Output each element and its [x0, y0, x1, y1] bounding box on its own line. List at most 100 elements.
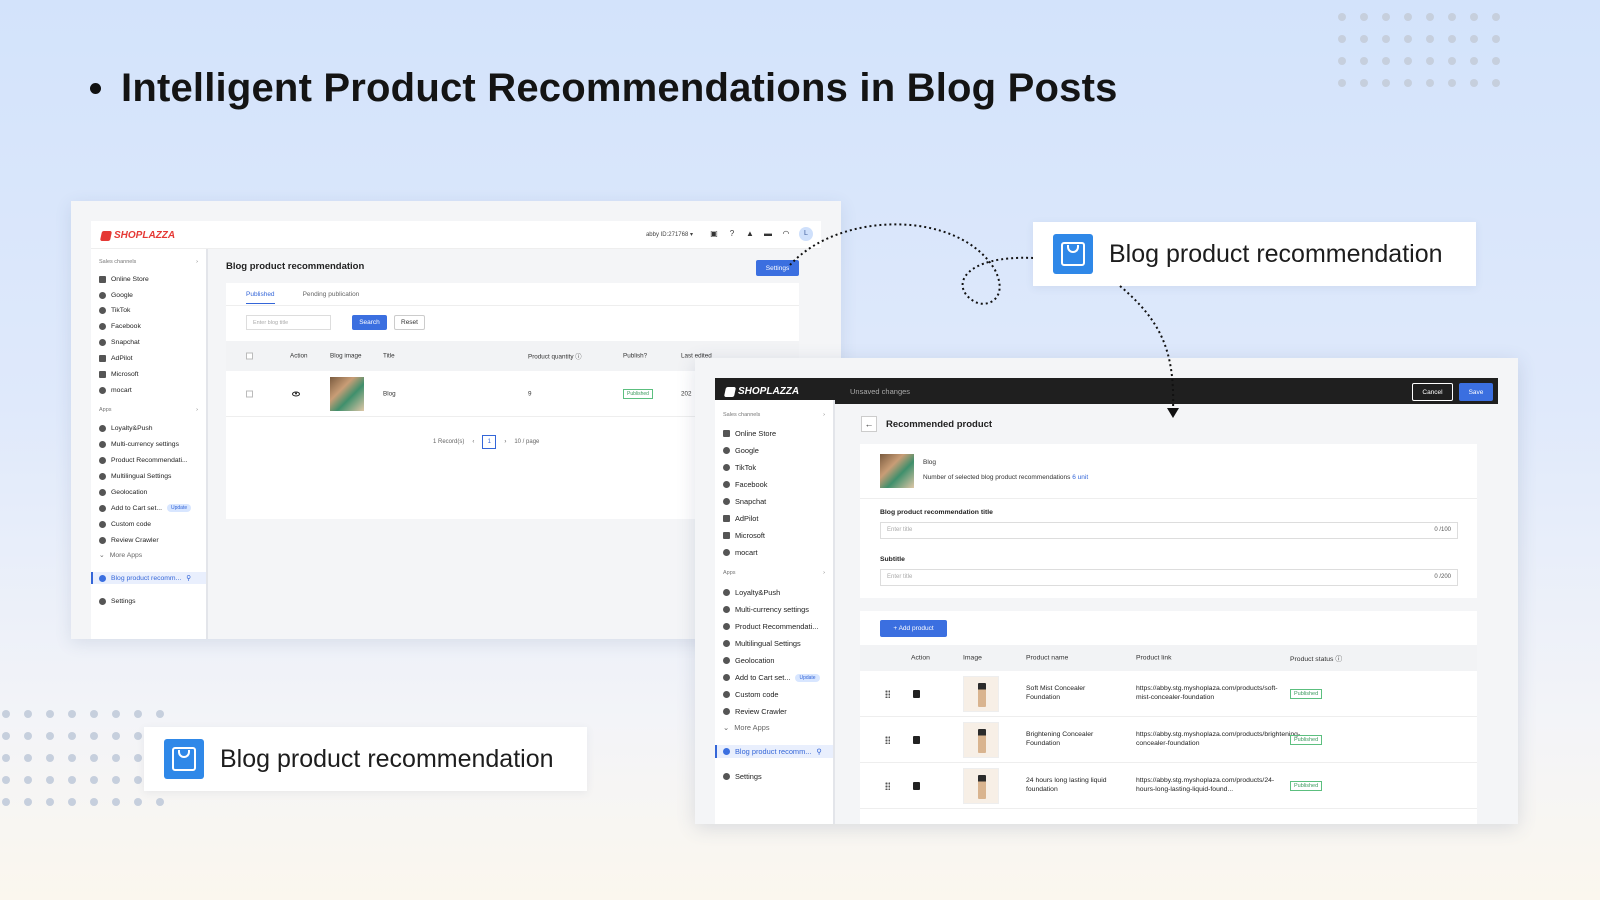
- tiktok-icon: [99, 306, 106, 314]
- apps-header[interactable]: Apps ›: [99, 407, 206, 419]
- tab-published[interactable]: Published: [246, 291, 275, 304]
- sidebar-item-review-crawler[interactable]: Review Crawler: [99, 534, 206, 546]
- page-number[interactable]: 1: [482, 435, 497, 449]
- callout-label: Blog product recommendation: [1109, 239, 1443, 268]
- sidebar-item-geolocation[interactable]: Geolocation: [723, 654, 833, 667]
- gear-icon: [723, 773, 730, 780]
- sidebar-item-adpilot[interactable]: AdPilot: [99, 352, 206, 364]
- row-checkbox[interactable]: [246, 390, 253, 397]
- store-icon: [723, 430, 730, 437]
- prev-page-icon[interactable]: ‹: [472, 439, 474, 445]
- sidebar-item-settings[interactable]: Settings: [99, 595, 206, 607]
- sidebar-item-multi-currency[interactable]: Multi-currency settings: [723, 603, 833, 616]
- sidebar-item-google[interactable]: Google: [99, 289, 206, 301]
- page-size-select[interactable]: 10 / page: [514, 439, 539, 445]
- cancel-button[interactable]: Cancel: [1412, 383, 1453, 401]
- drag-handle-icon[interactable]: [885, 735, 890, 744]
- trash-icon[interactable]: [913, 735, 920, 744]
- sidebar-item-product-recommendation[interactable]: Product Recommendati...: [99, 454, 206, 466]
- sidebar-item-mocart[interactable]: mocart: [723, 546, 833, 559]
- reset-button[interactable]: Reset: [394, 315, 425, 330]
- select-all-checkbox[interactable]: [246, 352, 253, 360]
- product-link[interactable]: https://abby.stg.myshoplaza.com/products…: [1136, 684, 1281, 704]
- table-row[interactable]: Brightening Concealer Foundation https:/…: [860, 717, 1477, 763]
- sidebar-item-review-crawler[interactable]: Review Crawler: [723, 705, 833, 718]
- logo-icon: [99, 230, 113, 241]
- sidebar-item-multilingual[interactable]: Multilingual Settings: [723, 637, 833, 650]
- table-row[interactable]: Soft Mist Concealer Foundation https://a…: [860, 671, 1477, 717]
- apps-header[interactable]: Apps ›: [723, 570, 833, 583]
- sidebar-item-add-to-cart[interactable]: Add to Cart set... Update: [99, 502, 206, 514]
- trash-icon[interactable]: [913, 781, 920, 790]
- dot: [1448, 35, 1456, 43]
- sidebar-item-custom-code[interactable]: Custom code: [723, 688, 833, 701]
- sidebar-item-geolocation[interactable]: Geolocation: [99, 486, 206, 498]
- search-input[interactable]: Enter blog title: [246, 315, 331, 330]
- add-product-button[interactable]: + Add product: [880, 620, 947, 637]
- tab-pending-publication[interactable]: Pending publication: [303, 291, 360, 304]
- next-page-icon[interactable]: ›: [504, 439, 506, 445]
- sidebar-item-loyalty[interactable]: Loyalty&Push: [99, 422, 206, 434]
- sidebar-item-multi-currency[interactable]: Multi-currency settings: [99, 438, 206, 450]
- sidebar-item-settings[interactable]: Settings: [723, 770, 833, 783]
- sidebar-item-tiktok[interactable]: TikTok: [723, 461, 833, 474]
- title-input[interactable]: Enter title 0 /100: [880, 522, 1458, 539]
- more-apps-toggle[interactable]: ⌄ More Apps: [723, 721, 833, 734]
- dot: [2, 754, 10, 762]
- sidebar-item-facebook[interactable]: Facebook: [723, 478, 833, 491]
- settings-button[interactable]: Settings: [756, 260, 799, 276]
- sales-channels-header[interactable]: Sales channels ›: [99, 259, 206, 271]
- sales-channels-header[interactable]: Sales channels ›: [723, 412, 833, 425]
- sidebar-item-product-recommendation[interactable]: Product Recommendati...: [723, 620, 833, 633]
- sidebar-item-google[interactable]: Google: [723, 444, 833, 457]
- sidebar-item-facebook[interactable]: Facebook: [99, 320, 206, 332]
- drag-handle-icon[interactable]: [885, 689, 890, 698]
- sidebar-item-snapchat[interactable]: Snapchat: [99, 336, 206, 348]
- product-link[interactable]: https://abby.stg.myshoplaza.com/products…: [1136, 730, 1300, 750]
- help-icon[interactable]: ?: [727, 229, 737, 239]
- sidebar-item-blog-product-recommendation[interactable]: Blog product recomm... ⚲: [91, 572, 206, 584]
- sidebar-item-loyalty[interactable]: Loyalty&Push: [723, 586, 833, 599]
- eye-icon[interactable]: [292, 391, 300, 396]
- pin-icon[interactable]: ⚲: [816, 747, 821, 756]
- sidebar-item-add-to-cart[interactable]: Add to Cart set... Update: [723, 671, 833, 684]
- bell-icon[interactable]: ▲: [745, 229, 755, 239]
- sidebar-item-microsoft[interactable]: Microsoft: [99, 368, 206, 380]
- sidebar-item-online-store[interactable]: Online Store: [723, 427, 833, 440]
- app-icon: [99, 520, 106, 528]
- wifi-icon[interactable]: ◠: [781, 229, 791, 239]
- back-arrow-icon[interactable]: ←: [861, 416, 877, 432]
- app-icon: [723, 657, 730, 664]
- store-icon[interactable]: ▣: [709, 229, 719, 239]
- trash-icon[interactable]: [913, 689, 920, 698]
- sidebar-item-label: Microsoft: [111, 370, 139, 378]
- sidebar-item-microsoft[interactable]: Microsoft: [723, 529, 833, 542]
- avatar[interactable]: L: [799, 227, 813, 241]
- sidebar-item-online-store[interactable]: Online Store: [99, 273, 206, 285]
- sidebar-item-custom-code[interactable]: Custom code: [99, 518, 206, 530]
- message-icon[interactable]: ▬: [763, 229, 773, 239]
- logo-text: SHOPLAZZA: [114, 230, 176, 241]
- sidebar-item-mocart[interactable]: mocart: [99, 384, 206, 396]
- sidebar-item-blog-product-recommendation[interactable]: Blog product recomm... ⚲: [715, 745, 833, 758]
- sidebar-item-adpilot[interactable]: AdPilot: [723, 512, 833, 525]
- subtitle-input[interactable]: Enter title 0 /200: [880, 569, 1458, 586]
- product-link[interactable]: https://abby.stg.myshoplaza.com/products…: [1136, 776, 1281, 796]
- app-icon: [723, 708, 730, 715]
- shoplazza-logo: SHOPLAZZA: [99, 230, 176, 241]
- column-product-name: Product name: [1026, 654, 1069, 662]
- sidebar-item-label: Review Crawler: [111, 536, 159, 544]
- status-badge: Published: [623, 388, 653, 399]
- sidebar-item-multilingual[interactable]: Multilingual Settings: [99, 470, 206, 482]
- sidebar-item-snapchat[interactable]: Snapchat: [723, 495, 833, 508]
- pin-icon[interactable]: ⚲: [186, 574, 191, 582]
- more-apps-toggle[interactable]: ⌄ More Apps: [99, 549, 206, 561]
- search-button[interactable]: Search: [352, 315, 387, 330]
- dot: [134, 732, 142, 740]
- drag-handle-icon[interactable]: [885, 781, 890, 790]
- dot: [2, 732, 10, 740]
- sidebar-item-tiktok[interactable]: TikTok: [99, 304, 206, 316]
- user-dropdown[interactable]: abby ID:271768 ▾: [646, 231, 693, 238]
- save-button[interactable]: Save: [1459, 383, 1493, 401]
- table-row[interactable]: 24 hours long lasting liquid foundation …: [860, 763, 1477, 809]
